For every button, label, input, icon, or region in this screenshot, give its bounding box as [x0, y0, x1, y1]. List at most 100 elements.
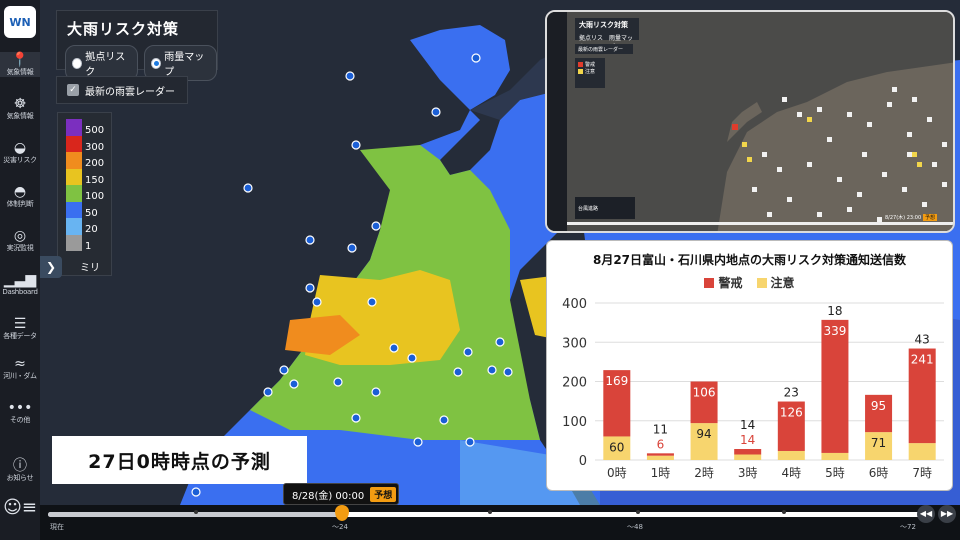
sidebar-item-weather-map[interactable]: 📍 気象情報: [0, 52, 40, 77]
legend-swatch: [66, 152, 82, 169]
fast-forward-button[interactable]: ▶▶: [938, 505, 956, 523]
more-icon: •••: [7, 400, 33, 416]
radio-dot-selected: [151, 57, 162, 69]
legend-swatch: [66, 218, 82, 235]
bar-caution: [908, 443, 936, 460]
weathernews-logo[interactable]: WN: [4, 6, 36, 38]
alert-count-chart-card: 0 100 200 300 400 169 60 0時 6 11 1時 106 94 2時 14 14 3時 12…: [546, 240, 953, 491]
legend-item-warning: 警戒: [704, 274, 743, 291]
legend-label: 20: [85, 224, 98, 235]
timeline-tick: [636, 510, 640, 514]
inset-sidebar: [547, 12, 567, 231]
data-label-warning: 169: [605, 374, 628, 388]
inset-timestamp: 8/27(木) 23:00: [885, 215, 922, 221]
x-tick-label: 6時: [869, 466, 889, 480]
timeline-tick: [488, 510, 492, 514]
bar-warning: [821, 319, 849, 453]
checkbox-checked-icon[interactable]: ✓: [67, 84, 79, 96]
inset-typhoon-popup: 台風進路: [575, 197, 635, 219]
timeline-handle[interactable]: [335, 505, 349, 521]
timeline-tick: [194, 510, 198, 514]
data-label-warning: 6: [657, 437, 665, 451]
map-pin-icon: 📍: [11, 52, 29, 68]
bar-chart-icon: ▁▃▆: [3, 272, 37, 288]
data-label-warning: 126: [780, 406, 803, 420]
data-label-caution: 71: [871, 436, 886, 450]
sidebar-item-system-judgment[interactable]: ◓ 体制判断: [0, 184, 40, 209]
sidebar-item-other[interactable]: ••• その他: [0, 400, 40, 425]
legend-swatch: [66, 168, 82, 185]
legend-unit: ミリ: [80, 263, 100, 274]
x-tick-label: 0時: [607, 466, 627, 480]
data-label-caution: 23: [784, 386, 799, 400]
data-label-caution: 14: [740, 418, 755, 432]
data-label-warning: 241: [911, 353, 934, 367]
sidebar-item-live-monitoring[interactable]: ◎ 実況監視: [0, 228, 40, 253]
data-label-warning: 106: [693, 386, 716, 400]
timeline-label-now: 現在: [50, 523, 64, 531]
speedometer-icon: ◓: [13, 184, 27, 200]
bar-warning: [734, 449, 762, 455]
time-indicator: 8/28(金) 00:00 予想: [283, 483, 399, 505]
legend-label: 500: [85, 125, 105, 136]
legend-swatch: [66, 201, 82, 218]
timeline-tick: [782, 510, 786, 514]
x-tick-label: 4時: [781, 466, 801, 480]
y-tick-label: 300: [562, 336, 587, 351]
legend-swatch: [66, 234, 82, 251]
radio-dot: [72, 57, 83, 69]
legend-label: 100: [85, 191, 105, 202]
legend-swatch: [66, 119, 82, 136]
data-label-caution: 18: [827, 304, 842, 318]
sidebar-item-notice[interactable]: ⓘ お知らせ: [0, 458, 40, 483]
inset-screenshot: 大雨リスク対策 拠点リスク 雨量マップ 最新の雨雲レーダー 警戒 注意 台風進路…: [545, 10, 955, 233]
legend-swatch: [66, 185, 82, 202]
user-icon: ☺≡: [3, 497, 37, 518]
x-tick-label: 7時: [912, 466, 932, 480]
legend-label: 150: [85, 174, 105, 186]
sidebar-item-dashboard[interactable]: ▁▃▆ Dashboard: [0, 272, 40, 297]
data-label-warning: 95: [871, 399, 886, 413]
sidebar: WN 📍 気象情報 ☸ 気象情報 ◒ 災害リスク ◓ 体制判断 ◎ 実況監視 ▁…: [0, 0, 40, 540]
radar-label: 最新の雨雲レーダー: [85, 86, 175, 98]
legend-item-caution: 注意: [756, 274, 795, 291]
expand-panel-button[interactable]: ❯: [40, 256, 62, 278]
rain-risk-panel: 大雨リスク対策 拠点リスク 雨量マップ: [56, 10, 218, 81]
timeline-label-72: 〜72: [900, 523, 916, 531]
timeline-label-48: 〜48: [627, 523, 643, 531]
database-icon: ☰: [13, 316, 27, 332]
data-label-warning: 339: [823, 324, 846, 338]
chevron-right-icon: ❯: [45, 260, 57, 274]
inset-legend: 警戒 注意: [575, 58, 605, 88]
inset-panel: 大雨リスク対策 拠点リスク 雨量マップ: [575, 18, 639, 51]
sidebar-item-disaster-risk[interactable]: ◒ 災害リスク: [0, 140, 40, 165]
sidebar-item-river-dam[interactable]: ≈ 河川・ダム: [0, 356, 40, 381]
bar-caution: [777, 450, 805, 460]
data-label-caution: 60: [609, 440, 624, 454]
y-tick-label: 400: [562, 297, 587, 312]
sidebar-item-data[interactable]: ☰ 各種データ: [0, 316, 40, 341]
timeline-label-24: 〜24: [332, 523, 348, 531]
legend-swatch: [66, 135, 82, 152]
panel-title: 大雨リスク対策: [67, 20, 180, 38]
legend-color-bar: [66, 119, 82, 251]
timeline: 現在 〜24 〜48 〜72 ◀◀ ▶▶: [40, 505, 960, 540]
bar-warning: [646, 453, 674, 456]
data-label-warning: 14: [740, 433, 755, 447]
x-tick-label: 5時: [825, 466, 845, 480]
gauge-icon: ◒: [13, 140, 27, 156]
radar-toggle[interactable]: ✓ 最新の雨雲レーダー: [56, 76, 188, 104]
x-tick-label: 1時: [651, 466, 671, 480]
user-menu[interactable]: ☺≡: [0, 497, 40, 518]
inset-radar: 最新の雨雲レーダー: [575, 44, 633, 54]
rewind-button[interactable]: ◀◀: [917, 505, 935, 523]
wave-icon: ≈: [14, 356, 26, 372]
inset-badge: 予想: [923, 214, 938, 221]
sidebar-item-weather-info[interactable]: ☸ 気象情報: [0, 96, 40, 121]
legend-label: 50: [85, 207, 98, 219]
info-icon: ⓘ: [13, 458, 27, 474]
x-tick-label: 3時: [738, 466, 758, 480]
legend-label: 200: [85, 158, 105, 169]
legend-label: 300: [85, 141, 105, 153]
chart-legend: 警戒 注意: [547, 274, 952, 291]
